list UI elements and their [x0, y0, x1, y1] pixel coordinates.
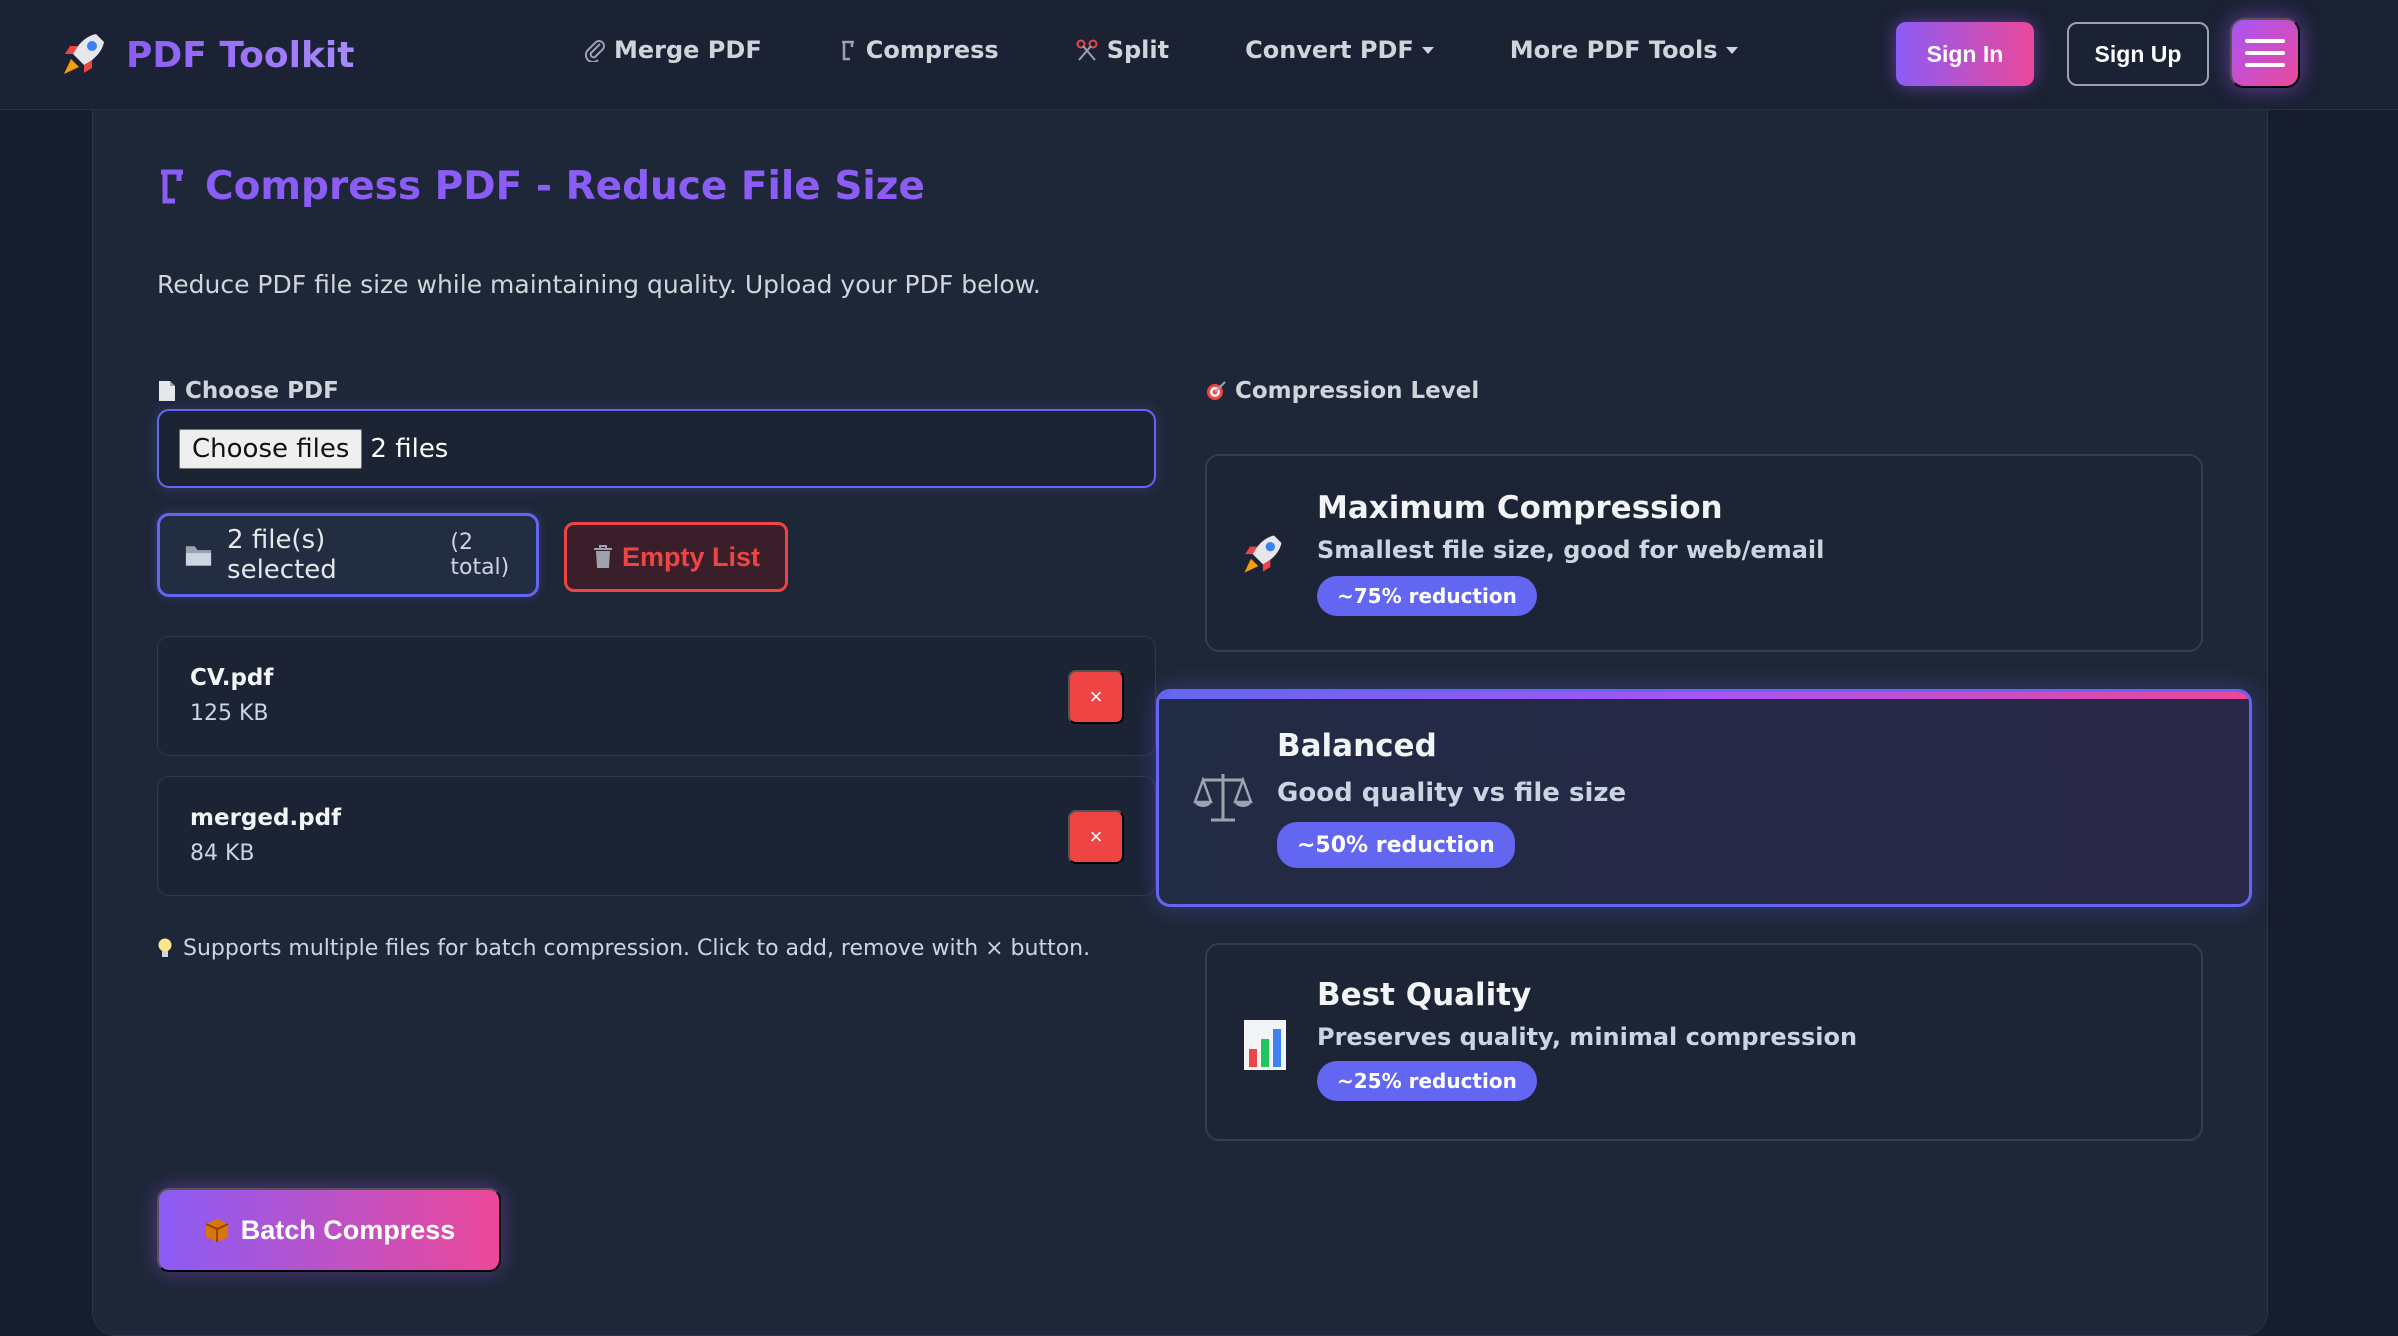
- remove-file-button[interactable]: ×: [1068, 670, 1124, 724]
- compression-level-label: Compression Level: [1205, 378, 1479, 404]
- hamburger-icon: [2245, 39, 2285, 43]
- folder-icon: [185, 546, 212, 566]
- page-title: Compress PDF - Reduce File Size: [157, 164, 925, 209]
- clamp-icon: [841, 40, 854, 61]
- nav-split[interactable]: Split: [1075, 36, 1169, 64]
- file-list-item: CV.pdf 125 KB ×: [157, 636, 1156, 756]
- menu-button[interactable]: [2230, 18, 2300, 88]
- file-input[interactable]: Choose files 2 files: [157, 409, 1156, 488]
- rocket-icon: [64, 34, 104, 74]
- compression-option-maximum[interactable]: Maximum Compression Smallest file size, …: [1205, 454, 2203, 652]
- reduction-badge: ~75% reduction: [1317, 576, 1537, 616]
- page-description: Reduce PDF file size while maintaining q…: [157, 270, 1041, 299]
- sign-up-button[interactable]: Sign Up: [2067, 22, 2209, 86]
- chevron-down-icon: [1421, 46, 1434, 54]
- bar-chart-icon: [1244, 1020, 1286, 1070]
- compression-option-best-quality[interactable]: Best Quality Preserves quality, minimal …: [1205, 943, 2203, 1141]
- file-size: 125 KB: [190, 701, 269, 726]
- paperclip-icon: [584, 40, 605, 62]
- nav-more-pdf-tools[interactable]: More PDF Tools: [1510, 36, 1738, 64]
- trash-icon: [593, 545, 612, 568]
- choose-pdf-label: Choose PDF: [157, 378, 339, 404]
- file-count: 2 files: [370, 433, 449, 464]
- scissors-icon: [1076, 39, 1098, 61]
- option-subtitle: Smallest file size, good for web/email: [1317, 536, 1825, 564]
- remove-file-button[interactable]: ×: [1068, 810, 1124, 864]
- nav-links: Merge PDF Compress Split Convert PDF Mor…: [584, 36, 1814, 64]
- option-subtitle: Good quality vs file size: [1277, 778, 1627, 808]
- document-icon: [159, 381, 175, 401]
- compression-option-balanced[interactable]: Balanced Good quality vs file size ~50% …: [1156, 689, 2252, 907]
- compress-card: Compress PDF - Reduce File Size Reduce P…: [92, 110, 2268, 1336]
- batch-hint: Supports multiple files for batch compre…: [157, 936, 1090, 961]
- choose-files-button[interactable]: Choose files: [179, 428, 363, 469]
- file-name: merged.pdf: [190, 805, 342, 831]
- option-title: Balanced: [1277, 728, 1437, 764]
- reduction-badge: ~50% reduction: [1277, 822, 1515, 868]
- brand-name: PDF Toolkit: [126, 34, 355, 76]
- package-icon: [205, 1219, 229, 1242]
- option-title: Maximum Compression: [1317, 490, 1723, 526]
- option-title: Best Quality: [1317, 977, 1532, 1013]
- lightbulb-icon: [158, 938, 172, 957]
- top-nav: PDF Toolkit Merge PDF Compress Split Con…: [0, 0, 2398, 110]
- nav-merge-pdf[interactable]: Merge PDF: [584, 36, 762, 64]
- rocket-icon: [1244, 535, 1282, 573]
- nav-compress[interactable]: Compress: [838, 36, 999, 64]
- balance-scale-icon: [1193, 774, 1253, 822]
- sign-in-button[interactable]: Sign In: [1896, 22, 2034, 86]
- nav-convert-pdf[interactable]: Convert PDF: [1245, 36, 1434, 64]
- batch-compress-button[interactable]: Batch Compress: [157, 1188, 501, 1272]
- reduction-badge: ~25% reduction: [1317, 1061, 1537, 1101]
- clamp-icon: [161, 169, 183, 203]
- option-subtitle: Preserves quality, minimal compression: [1317, 1023, 1858, 1051]
- chevron-down-icon: [1725, 46, 1738, 54]
- file-size: 84 KB: [190, 841, 255, 866]
- empty-list-button[interactable]: Empty List: [564, 522, 788, 592]
- brand-logo[interactable]: PDF Toolkit: [56, 28, 354, 82]
- file-list-item: merged.pdf 84 KB ×: [157, 776, 1156, 896]
- file-name: CV.pdf: [190, 665, 274, 691]
- selected-files-summary: 2 file(s) selected (2 total): [157, 513, 539, 597]
- target-icon: [1207, 381, 1226, 400]
